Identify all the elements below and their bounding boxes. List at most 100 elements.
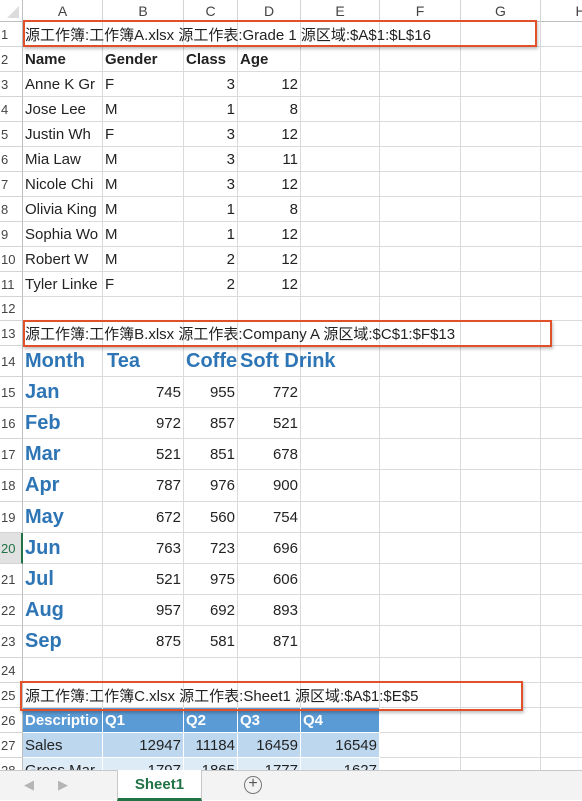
row-header-19[interactable]: 19 — [0, 502, 23, 533]
table2-cell[interactable]: 871 — [238, 626, 301, 658]
row-header-26[interactable]: 26 — [0, 708, 23, 733]
grid-cell[interactable] — [301, 439, 380, 470]
table3-cell[interactable]: 16549 — [301, 733, 380, 758]
grid-cell[interactable] — [380, 626, 461, 658]
grid-cell[interactable] — [301, 564, 380, 595]
table1-cell[interactable]: 2 — [184, 272, 238, 297]
grid-cell[interactable] — [301, 502, 380, 533]
row-header-21[interactable]: 21 — [0, 564, 23, 595]
table1-header[interactable]: Age — [238, 47, 301, 72]
grid-cell[interactable] — [541, 733, 582, 758]
table2-cell[interactable]: 972 — [103, 408, 184, 439]
grid-cell[interactable] — [301, 147, 380, 172]
row-header-11[interactable]: 11 — [0, 272, 23, 297]
table2-cell[interactable]: Jan — [23, 377, 103, 408]
row-header-10[interactable]: 10 — [0, 247, 23, 272]
grid-cell[interactable] — [541, 222, 582, 247]
grid-cell[interactable] — [301, 658, 380, 683]
row-header-20[interactable]: 20 — [0, 533, 23, 564]
grid-cell[interactable] — [380, 346, 461, 377]
table2-cell[interactable]: 900 — [238, 470, 301, 502]
table1-cell[interactable]: 12 — [238, 222, 301, 247]
grid-cell[interactable] — [461, 626, 541, 658]
column-header-B[interactable]: B — [103, 0, 184, 22]
grid-cell[interactable] — [380, 197, 461, 222]
table1-cell[interactable]: M — [103, 222, 184, 247]
table3-cell[interactable]: 11184 — [184, 733, 238, 758]
table3-cell[interactable]: 12947 — [103, 733, 184, 758]
table2-cell[interactable]: 696 — [238, 533, 301, 564]
grid-cell[interactable] — [301, 470, 380, 502]
table1-header[interactable]: Name — [23, 47, 103, 72]
grid-cell[interactable] — [103, 297, 184, 321]
table3-cell[interactable]: 1627 — [301, 758, 380, 770]
grid-cell[interactable] — [380, 502, 461, 533]
table2-cell[interactable]: Feb — [23, 408, 103, 439]
table1-cell[interactable]: F — [103, 72, 184, 97]
table2-cell[interactable]: May — [23, 502, 103, 533]
table3-cell[interactable]: 1865 — [184, 758, 238, 770]
grid-cell[interactable] — [380, 408, 461, 439]
grid-cell[interactable] — [461, 658, 541, 683]
grid-cell[interactable] — [23, 297, 103, 321]
column-header-F[interactable]: F — [380, 0, 461, 22]
table2-cell[interactable]: 754 — [238, 502, 301, 533]
grid-cell[interactable] — [541, 297, 582, 321]
grid-cell[interactable] — [380, 97, 461, 122]
grid-cell[interactable] — [541, 658, 582, 683]
table1-cell[interactable]: Tyler Linke — [23, 272, 103, 297]
grid-cell[interactable] — [301, 247, 380, 272]
grid-cell[interactable] — [23, 658, 103, 683]
table2-cell[interactable]: 723 — [184, 533, 238, 564]
grid-cell[interactable] — [461, 502, 541, 533]
row-header-16[interactable]: 16 — [0, 408, 23, 439]
grid-cell[interactable] — [541, 147, 582, 172]
row-header-17[interactable]: 17 — [0, 439, 23, 470]
table2-cell[interactable]: 581 — [184, 626, 238, 658]
row-header-15[interactable]: 15 — [0, 377, 23, 408]
table1-cell[interactable]: 12 — [238, 272, 301, 297]
grid-cell[interactable] — [380, 758, 461, 770]
table1-cell[interactable]: 11 — [238, 147, 301, 172]
grid-cell[interactable] — [380, 658, 461, 683]
table1-cell[interactable]: 3 — [184, 172, 238, 197]
row-header-12[interactable]: 12 — [0, 297, 23, 321]
table3-header[interactable]: Q2 — [184, 708, 238, 733]
table3-cell[interactable]: Sales — [23, 733, 103, 758]
table1-cell[interactable]: M — [103, 172, 184, 197]
column-header-D[interactable]: D — [238, 0, 301, 22]
table3-header[interactable]: Q1 — [103, 708, 184, 733]
grid-cell[interactable] — [301, 172, 380, 197]
row-header-25[interactable]: 25 — [0, 683, 23, 708]
source-label-2[interactable]: 源工作簿:工作簿B.xlsx 源工作表:Company A 源区域:$C$1:$… — [23, 321, 455, 346]
grid-cell[interactable] — [541, 122, 582, 147]
grid-cell[interactable] — [380, 147, 461, 172]
grid-cell[interactable] — [301, 408, 380, 439]
row-header-28[interactable]: 28 — [0, 758, 23, 770]
grid-cell[interactable] — [541, 272, 582, 297]
grid-cell[interactable] — [541, 72, 582, 97]
grid-cell[interactable] — [301, 72, 380, 97]
column-header-A[interactable]: A — [23, 0, 103, 22]
grid-cell[interactable] — [380, 377, 461, 408]
grid-cell[interactable] — [184, 297, 238, 321]
grid-cell[interactable] — [380, 439, 461, 470]
table1-cell[interactable]: 1 — [184, 222, 238, 247]
table1-cell[interactable]: F — [103, 272, 184, 297]
table1-cell[interactable]: Mia Law — [23, 147, 103, 172]
grid-cell[interactable] — [461, 564, 541, 595]
row-header-27[interactable]: 27 — [0, 733, 23, 758]
grid-cell[interactable] — [380, 122, 461, 147]
select-all-button[interactable] — [0, 0, 23, 22]
table1-cell[interactable]: Anne K Gr — [23, 72, 103, 97]
grid-cell[interactable] — [461, 97, 541, 122]
table2-cell[interactable]: 875 — [103, 626, 184, 658]
grid-cell[interactable] — [380, 470, 461, 502]
grid-cell[interactable] — [461, 346, 541, 377]
row-header-23[interactable]: 23 — [0, 626, 23, 658]
next-sheet-icon[interactable]: ▶ — [58, 777, 68, 793]
table1-cell[interactable]: 1 — [184, 197, 238, 222]
table2-cell[interactable]: 678 — [238, 439, 301, 470]
grid-cell[interactable] — [541, 439, 582, 470]
grid-cell[interactable] — [461, 122, 541, 147]
